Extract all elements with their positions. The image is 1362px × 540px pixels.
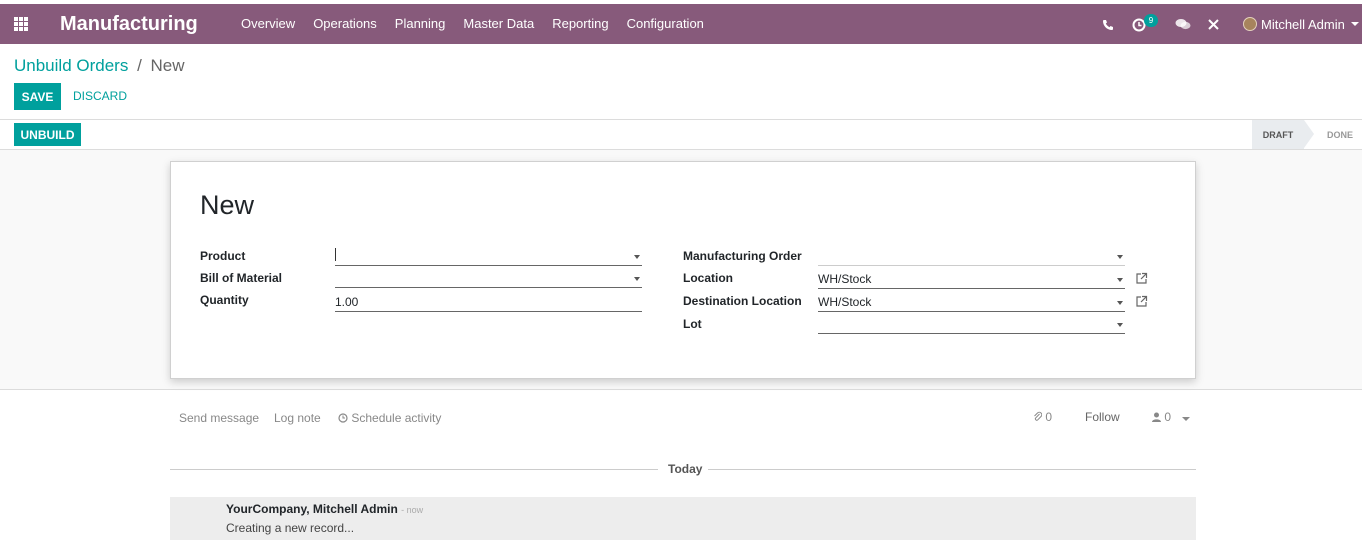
text-cursor — [335, 248, 336, 261]
manufacturing-order-field[interactable] — [818, 246, 1125, 266]
product-label: Product — [200, 249, 246, 263]
follow-button[interactable]: Follow — [1085, 410, 1120, 424]
followers-button[interactable]: 0 — [1152, 410, 1191, 424]
lot-label: Lot — [683, 317, 702, 331]
breadcrumb: Unbuild Orders / New — [14, 56, 185, 76]
quantity-field[interactable]: 1.00 — [335, 292, 642, 312]
message-time: - now — [401, 505, 424, 515]
lot-field[interactable] — [818, 314, 1125, 334]
paperclip-icon — [1034, 411, 1043, 421]
log-note-button[interactable]: Log note — [274, 411, 321, 425]
form-statusbar: UNBUILD DRAFT DONE — [0, 119, 1362, 150]
attachments-count: 0 — [1045, 410, 1053, 424]
save-button[interactable]: SAVE — [14, 83, 61, 110]
external-link-icon[interactable] — [1135, 295, 1148, 308]
record-title: New — [200, 190, 255, 220]
unbuild-button[interactable]: UNBUILD — [14, 123, 81, 146]
destination-location-label: Destination Location — [683, 294, 802, 308]
activity-count-badge: 9 — [1144, 14, 1158, 27]
discuss-chat-icon[interactable] — [1175, 4, 1191, 44]
activity-clock-icon[interactable] — [1132, 4, 1146, 44]
menu-operations[interactable]: Operations — [304, 4, 386, 44]
schedule-activity-button[interactable]: Schedule activity — [338, 411, 441, 425]
apps-menu-icon[interactable] — [14, 17, 29, 32]
product-dropdown-icon[interactable] — [634, 255, 640, 259]
date-separator: Today — [668, 462, 703, 476]
clock-icon — [338, 413, 348, 423]
bom-dropdown-icon[interactable] — [634, 277, 640, 281]
app-brand[interactable]: Manufacturing — [60, 13, 198, 36]
message-author[interactable]: YourCompany, Mitchell Admin — [226, 502, 398, 516]
menu-planning[interactable]: Planning — [386, 4, 455, 44]
menu-reporting[interactable]: Reporting — [543, 4, 617, 44]
quantity-label: Quantity — [200, 293, 249, 307]
top-navbar: Manufacturing Overview Operations Planni… — [0, 4, 1362, 44]
breadcrumb-separator: / — [137, 56, 142, 75]
bom-label: Bill of Material — [200, 271, 283, 285]
lot-dropdown-icon[interactable] — [1117, 323, 1123, 327]
phone-icon[interactable] — [1102, 4, 1114, 44]
manufacturing-order-label: Manufacturing Order — [683, 249, 802, 263]
discard-button[interactable]: DISCARD — [73, 89, 127, 103]
stage-done[interactable]: DONE — [1318, 120, 1362, 149]
destination-location-value: WH/Stock — [818, 295, 872, 309]
breadcrumb-current: New — [150, 56, 185, 75]
product-field[interactable] — [335, 246, 642, 266]
menu-overview[interactable]: Overview — [232, 4, 304, 44]
location-label: Location — [683, 271, 733, 285]
followers-count: 0 — [1164, 410, 1172, 424]
attachments-button[interactable]: 0 — [1033, 410, 1052, 424]
chevron-down-icon — [1350, 22, 1359, 26]
chatter-message: YourCompany, Mitchell Admin - now Creati… — [170, 497, 1196, 540]
debug-tools-icon[interactable] — [1207, 4, 1220, 44]
user-menu[interactable]: Mitchell Admin — [1243, 4, 1359, 44]
stage-draft[interactable]: DRAFT — [1252, 120, 1304, 149]
user-name: Mitchell Admin — [1261, 16, 1345, 32]
destination-location-dropdown-icon[interactable] — [1117, 301, 1123, 305]
breadcrumb-unbuild-orders[interactable]: Unbuild Orders — [14, 56, 128, 75]
message-author-line: YourCompany, Mitchell Admin - now — [226, 502, 423, 516]
user-icon — [1152, 412, 1161, 422]
location-field[interactable]: WH/Stock — [818, 269, 1125, 289]
quantity-value: 1.00 — [335, 295, 359, 309]
bom-field[interactable] — [335, 268, 642, 288]
main-menu: Overview Operations Planning Master Data… — [232, 4, 713, 44]
date-divider — [170, 469, 658, 470]
external-link-icon[interactable] — [1135, 272, 1148, 285]
manufacturing-order-dropdown-icon[interactable] — [1117, 255, 1123, 259]
location-dropdown-icon[interactable] — [1117, 278, 1123, 282]
menu-master-data[interactable]: Master Data — [454, 4, 543, 44]
date-divider — [708, 469, 1196, 470]
chevron-down-icon — [1182, 417, 1191, 421]
location-value: WH/Stock — [818, 272, 872, 286]
send-message-button[interactable]: Send message — [179, 411, 259, 425]
message-body: Creating a new record... — [226, 521, 355, 535]
stage-arrow — [1304, 120, 1314, 148]
menu-configuration[interactable]: Configuration — [618, 4, 713, 44]
destination-location-field[interactable]: WH/Stock — [818, 292, 1125, 312]
avatar — [1243, 17, 1257, 31]
schedule-activity-label: Schedule activity — [351, 411, 442, 425]
form-sheet: New Product Bill of Material Quantity 1.… — [170, 161, 1196, 379]
